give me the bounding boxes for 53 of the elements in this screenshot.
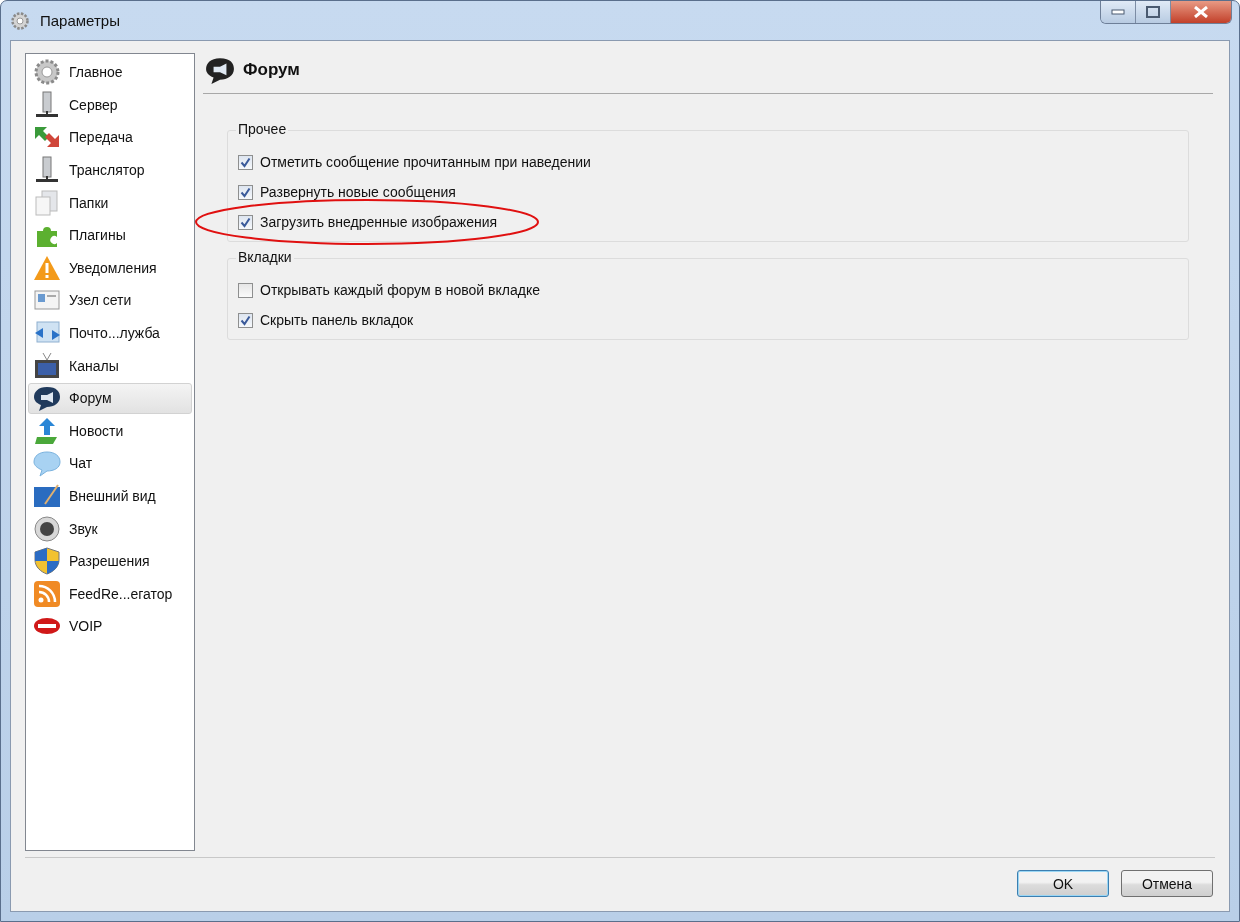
maximize-button[interactable]: [1136, 1, 1171, 23]
window-icon: [33, 482, 61, 510]
sidebar-item[interactable]: FeedRe...егатор: [28, 578, 192, 610]
group-title: Вкладки: [236, 249, 294, 265]
sidebar-item[interactable]: Передача: [28, 122, 192, 153]
cancel-button[interactable]: Отмена: [1121, 870, 1213, 897]
chat-bubble-icon: [33, 384, 61, 413]
sidebar-item[interactable]: Чат: [28, 448, 192, 479]
close-icon: [1193, 6, 1209, 18]
maximize-icon: [1146, 6, 1160, 18]
sidebar-item[interactable]: Папки: [28, 187, 192, 218]
rss-icon: [33, 579, 61, 608]
group-title: Прочее: [236, 121, 289, 137]
documents-icon: [33, 188, 61, 217]
minimize-button[interactable]: [1101, 1, 1136, 23]
option-label: Отметить сообщение прочитанным при наведении: [260, 154, 591, 170]
sidebar-item[interactable]: Почто...лужба: [28, 317, 192, 349]
sidebar-item[interactable]: Звук: [28, 513, 192, 544]
server-icon: [33, 156, 61, 185]
minimize-icon: [1111, 9, 1125, 15]
sidebar-item[interactable]: Сервер: [28, 89, 192, 121]
window-title: Параметры: [40, 12, 120, 29]
sidebar-item[interactable]: Транслятор: [28, 154, 192, 186]
checkbox[interactable]: [238, 312, 253, 328]
page-title: Форум: [243, 60, 300, 80]
option-label: Развернуть новые сообщения: [260, 184, 456, 200]
checkbox[interactable]: [238, 214, 253, 230]
tv-icon: [33, 351, 61, 380]
sidebar-item[interactable]: Новости: [28, 415, 192, 447]
sidebar-item[interactable]: Плагины: [28, 219, 192, 251]
sidebar-item[interactable]: Форум: [28, 382, 192, 414]
sidebar-item[interactable]: Главное: [28, 57, 192, 88]
checkbox[interactable]: [238, 282, 253, 298]
chat-bubble-icon: [205, 55, 235, 85]
sidebar-item[interactable]: Внешний вид: [28, 480, 192, 512]
sidebar-item[interactable]: VOIP: [28, 611, 192, 642]
sidebar-item[interactable]: Узел сети: [28, 285, 192, 316]
sidebar-item[interactable]: Уведомления: [28, 252, 192, 284]
gear-icon: [10, 11, 30, 31]
shield-icon: [33, 547, 61, 576]
ok-button[interactable]: OK: [1017, 870, 1109, 897]
option-label: Загрузить внедренные изображения: [260, 214, 498, 230]
sidebar-item[interactable]: Каналы: [28, 350, 192, 381]
checkbox[interactable]: [238, 154, 253, 170]
speaker-icon: [33, 514, 61, 543]
speech-bubble-icon: [33, 449, 61, 478]
gear-icon: [33, 58, 61, 87]
checkbox[interactable]: [238, 184, 253, 200]
close-button[interactable]: [1171, 1, 1231, 23]
option-label: Открывать каждый форум в новой вкладке: [260, 282, 540, 298]
sidebar-item[interactable]: Разрешения: [28, 545, 192, 577]
option-label: Скрыть панель вкладок: [260, 312, 414, 328]
server-icon: [33, 90, 61, 119]
